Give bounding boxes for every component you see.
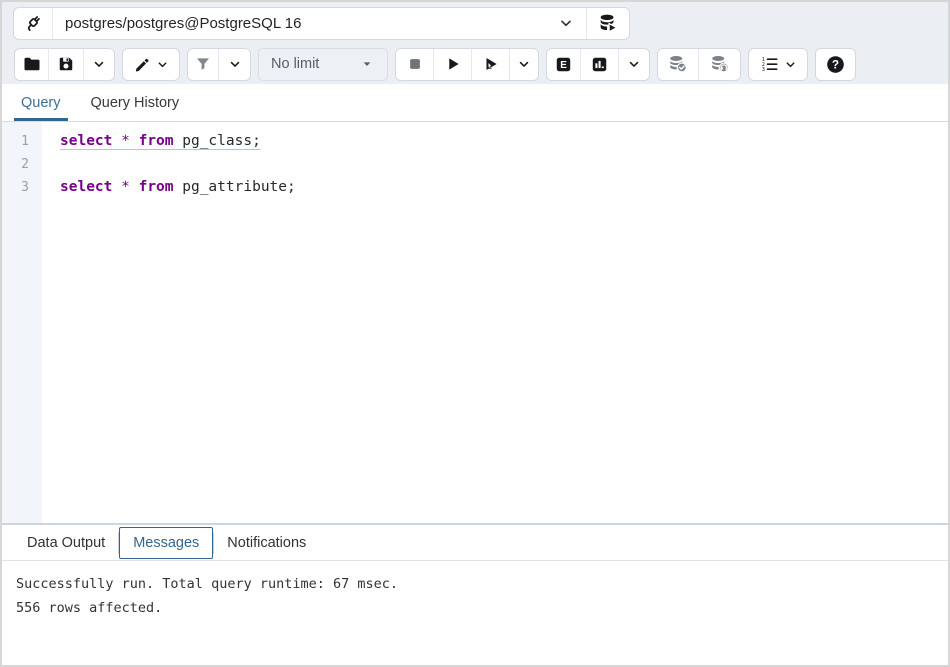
line-number: 2: [2, 153, 29, 176]
filter-button-group: [187, 48, 251, 81]
execute-dropdown-button[interactable]: [510, 49, 538, 80]
line-number-gutter: 123: [2, 122, 42, 523]
filter-icon: [194, 55, 212, 73]
sql-token-operator: *: [121, 179, 130, 195]
sql-token-plain: pg_attribute;: [174, 179, 296, 195]
folder-icon: [22, 54, 42, 74]
sql-token-plain: [130, 179, 139, 195]
macros-button-group: 1 2 3: [748, 48, 808, 81]
macros-button[interactable]: 1 2 3: [749, 49, 807, 80]
sql-code-area[interactable]: select * from pg_class;select * from pg_…: [42, 122, 948, 523]
commit-button[interactable]: [658, 49, 699, 80]
message-line: 556 rows affected.: [16, 596, 934, 620]
connection-select[interactable]: postgres/postgres@PostgreSQL 16: [53, 8, 586, 39]
tab-data-output[interactable]: Data Output: [14, 525, 118, 560]
help-button[interactable]: ?: [816, 49, 855, 80]
sql-token-plain: [112, 179, 121, 195]
database-new-connection-icon: [597, 12, 619, 34]
explain-options-button[interactable]: [619, 49, 649, 80]
tab-messages[interactable]: Messages: [119, 527, 213, 559]
query-toolbar: No limit: [2, 44, 948, 84]
database-commit-icon: [667, 53, 689, 75]
code-line[interactable]: select * from pg_attribute;: [60, 176, 948, 199]
sql-token-keyword: select: [60, 179, 112, 195]
execute-button[interactable]: [434, 49, 472, 80]
rollback-button[interactable]: [699, 49, 740, 80]
tab-notifications[interactable]: Notifications: [214, 525, 319, 560]
edit-menu-button[interactable]: [123, 49, 179, 80]
query-tabbar: Query Query History: [2, 84, 948, 122]
sql-token-keyword: select: [60, 133, 112, 149]
row-limit-value: No limit: [271, 56, 359, 72]
chevron-down-icon: [92, 57, 106, 71]
explain-analyze-button[interactable]: [581, 49, 619, 80]
connection-label: postgres/postgres@PostgreSQL 16: [65, 15, 558, 32]
connection-widget: postgres/postgres@PostgreSQL 16: [13, 7, 630, 40]
numbered-list-icon: 1 2 3: [760, 54, 780, 74]
play-icon: [444, 55, 462, 73]
svg-text:E: E: [560, 60, 567, 71]
execute-button-group: [395, 48, 539, 81]
sql-token-operator: *: [121, 133, 130, 149]
row-limit-select[interactable]: No limit: [258, 48, 388, 81]
play-with-cursor-icon: [482, 55, 500, 73]
tab-query-history[interactable]: Query History: [84, 84, 187, 121]
transaction-button-group: [657, 48, 741, 81]
code-line[interactable]: select * from pg_class;: [60, 130, 948, 153]
explain-button[interactable]: E: [547, 49, 581, 80]
edit-button-group: [122, 48, 180, 81]
svg-text:3: 3: [761, 67, 764, 73]
filter-options-button[interactable]: [219, 49, 250, 80]
explain-button-group: E: [546, 48, 650, 81]
sql-editor[interactable]: 123 select * from pg_class;select * from…: [2, 122, 948, 523]
line-number: 1: [2, 130, 29, 153]
sql-token-keyword: from: [139, 179, 174, 195]
save-button[interactable]: [49, 49, 84, 80]
open-file-button[interactable]: [15, 49, 49, 80]
new-connection-button[interactable]: [586, 8, 629, 39]
caret-down-icon: [359, 56, 375, 72]
messages-panel: Successfully run. Total query runtime: 6…: [2, 561, 948, 665]
save-icon: [56, 54, 76, 74]
help-button-group: ?: [815, 48, 856, 81]
output-tabbar: Data OutputMessagesNotifications: [2, 523, 948, 561]
plug-icon: [14, 8, 53, 39]
sql-token-plain: [130, 133, 139, 149]
stop-button[interactable]: [396, 49, 434, 80]
chevron-down-icon: [627, 57, 641, 71]
sql-token-plain: [112, 133, 121, 149]
chevron-down-icon: [228, 57, 242, 71]
code-line[interactable]: [60, 153, 948, 176]
line-number: 3: [2, 176, 29, 199]
execute-options-play-button[interactable]: [472, 49, 510, 80]
stop-icon: [406, 55, 424, 73]
help-icon: ?: [825, 54, 846, 75]
sql-token-plain: pg_class;: [174, 133, 261, 149]
chevron-down-icon: [156, 58, 169, 71]
tab-query[interactable]: Query: [14, 84, 68, 121]
svg-text:?: ?: [832, 57, 839, 71]
database-rollback-icon: [709, 53, 731, 75]
chevron-down-icon: [517, 57, 531, 71]
pencil-icon: [133, 55, 152, 74]
connection-bar: postgres/postgres@PostgreSQL 16: [2, 2, 948, 44]
explain-e-icon: E: [554, 55, 573, 74]
query-tool-window: postgres/postgres@PostgreSQL 16: [0, 0, 950, 667]
chevron-down-icon: [784, 58, 797, 71]
file-button-group: [14, 48, 115, 81]
chevron-down-icon: [558, 15, 574, 31]
bar-chart-icon: [590, 55, 609, 74]
message-line: Successfully run. Total query runtime: 6…: [16, 572, 934, 596]
filter-button[interactable]: [188, 49, 219, 80]
sql-token-keyword: from: [139, 133, 174, 149]
save-options-button[interactable]: [84, 49, 114, 80]
